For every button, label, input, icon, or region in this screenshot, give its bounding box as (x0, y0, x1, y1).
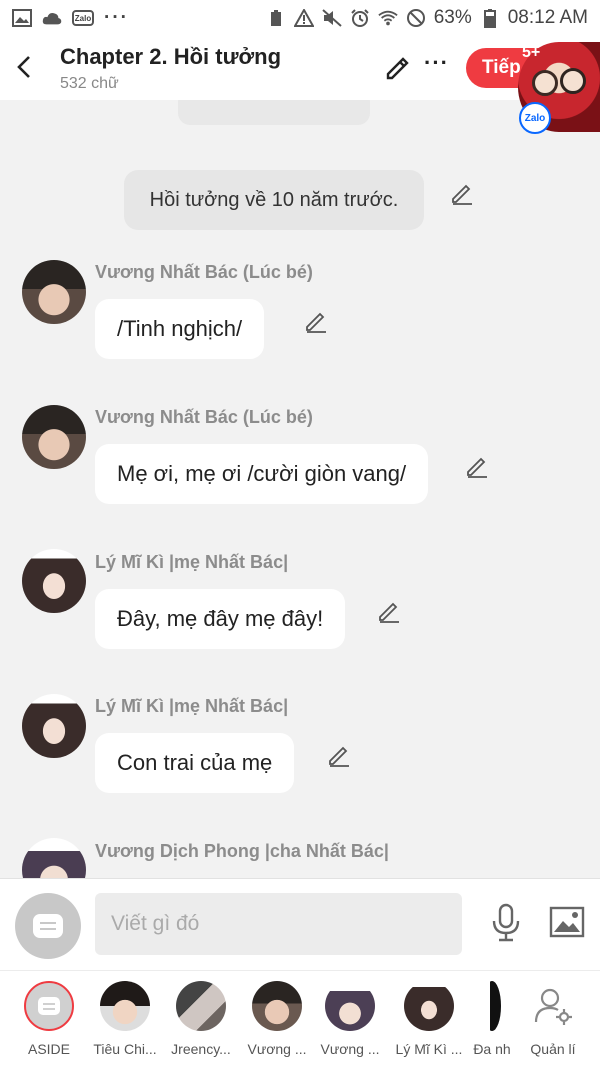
message-bubble[interactable]: Đây, mẹ đây mẹ đây! (95, 589, 346, 649)
sender-name: Vương Nhất Bác (Lúc bé) (95, 262, 313, 282)
avatar (404, 981, 454, 1031)
character-item[interactable]: Jreency... (163, 981, 239, 1057)
character-face-icon (532, 70, 558, 96)
battery-level: 63% (433, 7, 472, 28)
sender-name: Lý Mĩ Kì |mẹ Nhất Bác| (95, 696, 289, 716)
edit-message-pencil-icon[interactable] (465, 455, 489, 479)
alarm-icon (350, 9, 370, 27)
clock-time: 08:12 AM (507, 7, 588, 28)
message-bubble[interactable]: Mẹ ơi, mẹ ơi /cười giòn vang/ (95, 444, 429, 504)
character-item[interactable]: Lý Mĩ Kì ... (391, 981, 467, 1057)
chapter-title: Chapter 2. Hồi tưởng (60, 44, 282, 69)
zalo-icon: Zalo (519, 102, 551, 134)
sender-name: Vương Dịch Phong |cha Nhất Bác| (95, 841, 389, 861)
chevron-left-icon (17, 56, 30, 78)
microphone-icon (492, 903, 520, 942)
chat-area[interactable]: Hồi tưởng về 10 năm trước. Vương Nhất Bá… (0, 100, 600, 878)
insert-image-button[interactable] (549, 905, 585, 939)
avatar (176, 981, 226, 1031)
image-icon (549, 906, 585, 938)
warning-icon (293, 9, 314, 27)
character-label: Quản lí (530, 1041, 576, 1057)
notification-badge: 5+ (522, 44, 541, 61)
edit-chapter-button[interactable] (383, 52, 413, 82)
character-label: Vương ... (320, 1041, 380, 1057)
character-label: Vương ... (247, 1041, 307, 1057)
character-item[interactable]: Vương ... (239, 981, 315, 1057)
avatar (252, 981, 302, 1031)
avatar[interactable] (22, 405, 86, 469)
mute-icon (322, 9, 342, 27)
message-bubble[interactable]: /Tinh nghịch/ (95, 299, 265, 359)
character-bar: ASIDE Tiêu Chi... Jreency... Vương ... V… (0, 970, 600, 1067)
avatar[interactable] (22, 549, 86, 613)
chat-bubble-icon (38, 997, 60, 1015)
no-signal-icon (406, 9, 426, 27)
zalo-app-icon: Zalo (72, 10, 94, 26)
edit-message-pencil-icon[interactable] (327, 744, 351, 768)
character-item[interactable]: Vương ... (312, 981, 388, 1057)
character-label: Tiêu Chi... (93, 1041, 157, 1057)
edit-narration-pencil-icon[interactable] (450, 182, 474, 206)
composer-bar: Viết gì đó (0, 878, 600, 970)
character-face-icon (560, 68, 586, 94)
pencil-icon (386, 57, 409, 80)
previous-card (178, 100, 370, 125)
battery-icon (480, 9, 500, 28)
word-count: 532 chữ (60, 75, 119, 92)
character-label: ASIDE (27, 1041, 70, 1057)
app-header: Chapter 2. Hồi tưởng 532 chữ ··· Tiếp (0, 36, 600, 100)
sender-name: Vương Nhất Bác (Lúc bé) (95, 407, 313, 427)
avatar (325, 981, 375, 1031)
avatar[interactable] (22, 260, 86, 324)
more-notifications-icon: ··· (104, 7, 129, 28)
status-bar: Zalo ··· 63% 08:12 AM (0, 0, 600, 36)
microphone-button[interactable] (490, 903, 522, 943)
battery-saver-icon (266, 9, 286, 27)
avatar[interactable] (22, 694, 86, 758)
cloud-icon (42, 9, 62, 27)
sender-name: Lý Mĩ Kì |mẹ Nhất Bác| (95, 552, 289, 572)
character-item[interactable]: Tiêu Chi... (87, 981, 163, 1057)
chat-bubble-icon (33, 914, 63, 938)
edit-message-pencil-icon[interactable] (304, 310, 328, 334)
more-options-button[interactable]: ··· (424, 50, 450, 80)
manage-characters-button[interactable]: Quản lí (515, 981, 591, 1057)
wifi-icon (378, 9, 398, 27)
edit-message-pencil-icon[interactable] (377, 600, 401, 624)
avatar[interactable] (22, 838, 86, 878)
message-input[interactable]: Viết gì đó (95, 893, 462, 955)
character-label: Lý Mĩ Kì ... (395, 1041, 463, 1057)
message-bubble[interactable]: Con trai của mẹ (95, 733, 295, 793)
aside-avatar (24, 981, 74, 1031)
character-item[interactable]: Đa nh (462, 981, 522, 1057)
character-label: Đa nh (473, 1041, 511, 1057)
aside-toggle-button[interactable] (15, 893, 81, 959)
avatar (100, 981, 150, 1031)
narration-card: Hồi tưởng về 10 năm trước. (124, 170, 424, 230)
character-label: Jreency... (171, 1041, 231, 1057)
gallery-icon (12, 9, 32, 27)
character-aside[interactable]: ASIDE (11, 981, 87, 1057)
back-button[interactable] (10, 52, 38, 82)
avatar (483, 981, 501, 1031)
user-settings-icon (528, 981, 578, 1031)
